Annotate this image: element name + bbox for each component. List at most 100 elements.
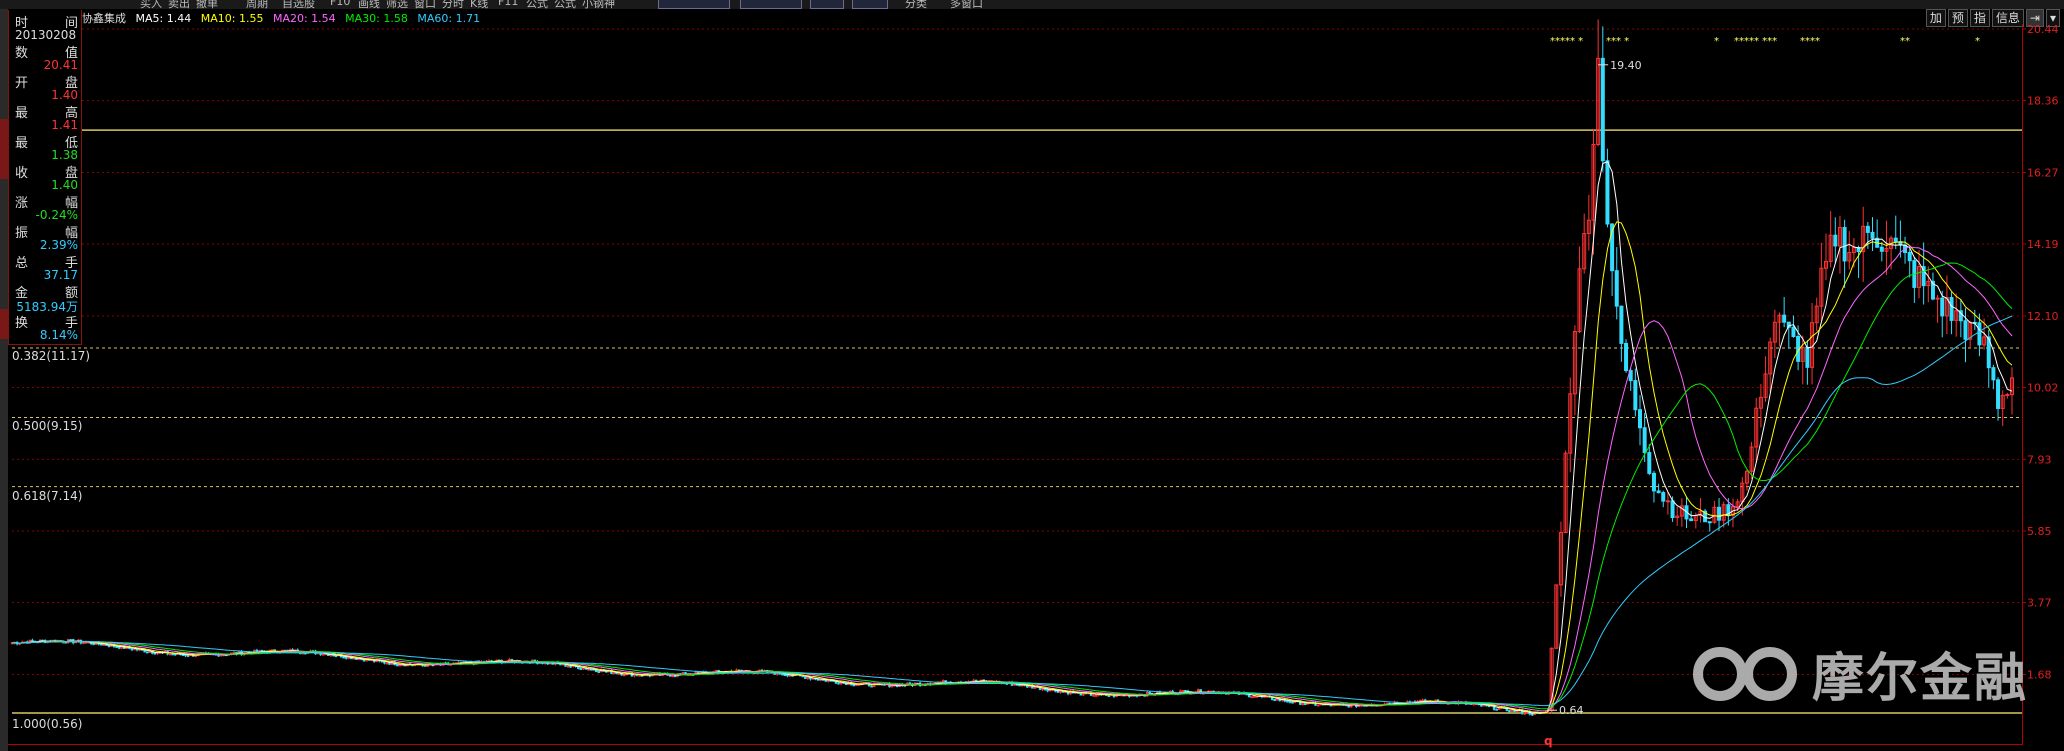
candle-body xyxy=(612,672,616,675)
candle-body xyxy=(1940,297,1945,317)
candle-body xyxy=(1316,704,1320,707)
candle-body xyxy=(1304,703,1307,706)
close-value: 1.40 xyxy=(51,178,78,192)
high-value: 1.41 xyxy=(51,118,78,132)
candle-body xyxy=(1273,698,1276,701)
candle-body xyxy=(668,674,672,677)
candle-body xyxy=(130,647,134,651)
candle-body xyxy=(1647,452,1652,474)
candle-body xyxy=(870,685,873,688)
candle-body xyxy=(569,665,572,668)
candle-body xyxy=(1624,342,1629,372)
candle-body xyxy=(1092,694,1095,697)
watermark-text: 摩尔金融 xyxy=(1812,649,2029,709)
candle-body xyxy=(1056,690,1060,693)
candle-body xyxy=(321,653,325,656)
y-tick-label: 14.19 xyxy=(2027,238,2059,251)
candle-body xyxy=(1181,690,1185,693)
candle-body xyxy=(783,674,787,677)
candle-body xyxy=(1253,695,1256,698)
candle-body xyxy=(1619,305,1624,344)
candle-body xyxy=(671,675,674,678)
candle-body xyxy=(2005,394,2010,397)
candle-body xyxy=(148,651,151,654)
candle-body xyxy=(395,664,399,667)
candle-body xyxy=(1301,703,1305,706)
signal-stars: * xyxy=(1975,36,1980,47)
event-marker: q xyxy=(1544,734,1553,748)
candle-body xyxy=(638,674,641,677)
candle-body xyxy=(145,651,149,654)
candle-body xyxy=(1689,518,1694,522)
fib-100-label: 1.000(0.56) xyxy=(12,717,83,731)
fib-618-label: 0.618(7.14) xyxy=(12,489,83,503)
candle-body xyxy=(1531,713,1534,716)
ma5-legend: MA5: 1.44 xyxy=(135,12,192,25)
candle-body xyxy=(1523,712,1526,715)
candle-body xyxy=(69,639,72,642)
candle-body xyxy=(579,668,583,671)
candle-body xyxy=(1651,472,1656,492)
candle-body xyxy=(1661,492,1666,502)
candle-body xyxy=(153,652,157,655)
y-tick-label: 10.02 xyxy=(2027,382,2059,395)
candle-body xyxy=(804,675,807,679)
candle-body xyxy=(1605,160,1610,225)
candle-body xyxy=(398,664,401,667)
candle-body xyxy=(1935,297,1940,300)
high-label: 19.40 xyxy=(1610,59,1642,72)
turnover-value: 8.14% xyxy=(39,328,78,342)
y-tick-label: 3.77 xyxy=(2027,597,2052,610)
ma60-legend: MA60: 1.71 xyxy=(417,12,481,25)
candle-body xyxy=(1288,700,1292,703)
candle-body xyxy=(617,672,621,675)
candle-body xyxy=(852,684,856,687)
candle-body xyxy=(1638,409,1642,429)
candle-body xyxy=(1665,500,1670,503)
candle-body xyxy=(696,671,700,674)
candle-body xyxy=(1600,57,1605,162)
candle-body xyxy=(801,675,805,678)
candle-body xyxy=(1842,227,1847,262)
candle-body xyxy=(1421,699,1424,702)
candle-body xyxy=(1833,234,1838,247)
candle-body xyxy=(1107,694,1111,697)
candle-body xyxy=(115,645,118,648)
candle-body xyxy=(92,643,95,646)
ma10-legend: MA10: 1.55 xyxy=(200,12,264,25)
stock-title: 协鑫集成 xyxy=(82,12,126,25)
candle-body xyxy=(510,658,514,662)
candle-body xyxy=(1633,380,1638,411)
candle-body xyxy=(1286,700,1289,703)
signal-stars: ***** *** xyxy=(1734,36,1777,47)
candle-body xyxy=(816,678,820,681)
candle-body xyxy=(566,665,570,668)
candle-body xyxy=(181,654,185,657)
candle-body xyxy=(1949,297,1954,321)
fib-500-label: 0.500(9.15) xyxy=(12,419,83,433)
amplitude-value: 2.39% xyxy=(39,238,78,252)
signal-stars: ***** * xyxy=(1550,36,1583,47)
candle-body xyxy=(1291,701,1294,704)
candle-body xyxy=(342,656,345,659)
y-tick-label: 1.68 xyxy=(2027,668,2052,681)
candle-body xyxy=(186,654,190,657)
candle-body xyxy=(1782,314,1787,323)
signal-stars: * xyxy=(1714,36,1719,47)
candle-body xyxy=(423,664,427,667)
y-tick-label: 16.27 xyxy=(2027,166,2059,179)
candle-body xyxy=(1656,490,1661,494)
candle-body xyxy=(1250,696,1253,699)
candle-body xyxy=(1907,252,1912,262)
ma30-legend: MA30: 1.58 xyxy=(345,12,408,25)
candle-body xyxy=(1670,500,1675,519)
volume-value: 37.17 xyxy=(43,268,78,282)
candle-body xyxy=(1865,225,1870,233)
candle-body xyxy=(1977,322,1982,346)
num-value: 20.41 xyxy=(43,58,78,72)
candle-body xyxy=(1996,379,2001,409)
candle-body xyxy=(1041,688,1044,691)
candle-body xyxy=(171,653,174,656)
low-value: 1.38 xyxy=(51,148,78,162)
candle-body xyxy=(1046,688,1049,692)
